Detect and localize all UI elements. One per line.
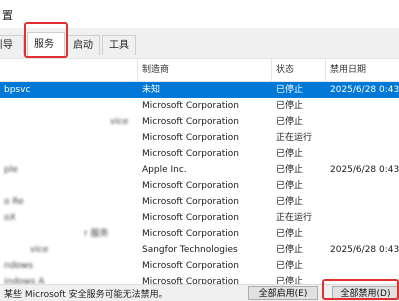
service-disabled-date — [330, 210, 399, 226]
service-name: vice — [30, 245, 49, 255]
service-status: 已停止 — [276, 101, 304, 111]
footer-bar: 某些 Microsoft 安全服务可能无法禁用。 全部启用(E) 全部禁用(D) — [0, 284, 399, 301]
service-status: 已停止 — [276, 117, 304, 127]
column-header-manufacturer[interactable]: 制造商 — [138, 59, 272, 81]
service-disabled-date — [330, 114, 399, 130]
service-manufacturer: Microsoft Corporation — [142, 181, 239, 191]
service-status: 已停止 — [276, 229, 304, 239]
service-name: bpsvc — [4, 85, 31, 95]
service-name — [0, 130, 137, 146]
table-row[interactable]: ndows Microsoft Corporation 已停止 — [0, 258, 399, 274]
tab-boot[interactable]: 引导 — [0, 35, 24, 55]
table-row[interactable]: Microsoft Corporation 已停止 — [0, 178, 399, 194]
service-name — [0, 98, 137, 114]
table-header: 制造商 状态 禁用日期 — [0, 59, 399, 82]
service-name: ndows — [4, 261, 33, 271]
table-row[interactable]: bpsvc 未知 已停止 2025/6/28 0:43 — [0, 82, 399, 98]
service-status: 已停止 — [276, 181, 304, 191]
service-manufacturer: Microsoft Corporation — [142, 213, 239, 223]
services-list: 制造商 状态 禁用日期 bpsvc 未知 已停止 2025/6/28 0:43 … — [0, 58, 399, 287]
table-row[interactable]: vice Microsoft Corporation 已停止 — [0, 114, 399, 130]
service-manufacturer: Microsoft Corporation — [142, 101, 239, 111]
service-disabled-date — [330, 226, 399, 242]
table-row[interactable]: ple Apple Inc. 已停止 2025/6/28 0:43 — [0, 162, 399, 178]
service-name — [0, 178, 137, 194]
table-row[interactable]: vice Sangfor Technologies 已停止 2025/6/28 … — [0, 242, 399, 258]
service-manufacturer: 未知 — [142, 85, 161, 95]
table-row[interactable]: Microsoft Corporation 正在运行 — [0, 130, 399, 146]
service-disabled-date — [330, 130, 399, 146]
service-status: 已停止 — [276, 261, 304, 271]
service-manufacturer: Microsoft Corporation — [142, 149, 239, 159]
service-name: ple — [4, 165, 18, 175]
table-row[interactable]: oX Microsoft Corporation 正在运行 — [0, 210, 399, 226]
service-name: r 服务 — [84, 229, 109, 239]
tab-tools[interactable]: 工具 — [102, 35, 136, 55]
column-header-name[interactable] — [0, 59, 138, 81]
service-disabled-date — [330, 178, 399, 194]
service-name: o Re — [4, 197, 24, 207]
tab-startup[interactable]: 启动 — [66, 35, 100, 55]
service-manufacturer: Microsoft Corporation — [142, 197, 239, 207]
window-title: 置 — [2, 9, 13, 22]
service-status: 已停止 — [276, 245, 304, 255]
service-disabled-date: 2025/6/28 0:43 — [330, 85, 399, 95]
table-row[interactable]: r 服务 Microsoft Corporation 已停止 — [0, 226, 399, 242]
service-manufacturer: Apple Inc. — [142, 165, 187, 175]
service-status: 正在运行 — [276, 213, 313, 223]
service-disabled-date: 2025/6/28 0:43 — [330, 165, 399, 175]
service-manufacturer: Sangfor Technologies — [142, 245, 238, 255]
table-row[interactable]: Microsoft Corporation 已停止 — [0, 146, 399, 162]
service-status: 已停止 — [276, 165, 304, 175]
service-disabled-date — [330, 194, 399, 210]
service-disabled-date: 2025/6/28 0:43 — [330, 245, 399, 255]
tab-bar: 引导 服务 启动 工具 — [0, 28, 399, 59]
service-status: 正在运行 — [276, 133, 313, 143]
title-bar: 置 — [0, 0, 399, 28]
service-manufacturer: Microsoft Corporation — [142, 117, 239, 127]
service-disabled-date — [330, 258, 399, 274]
service-manufacturer: Microsoft Corporation — [142, 229, 239, 239]
service-name: vice — [110, 117, 129, 127]
service-status: 已停止 — [276, 85, 304, 95]
service-status: 已停止 — [276, 149, 304, 159]
tab-services[interactable]: 服务 — [27, 32, 65, 58]
table-row[interactable]: Microsoft Corporation 已停止 — [0, 98, 399, 114]
service-disabled-date — [330, 98, 399, 114]
column-header-disabled-date[interactable]: 禁用日期 — [326, 59, 399, 81]
service-disabled-date — [330, 146, 399, 162]
service-name — [0, 146, 137, 162]
enable-all-button[interactable]: 全部启用(E) — [248, 286, 318, 300]
table-row[interactable]: o Re Microsoft Corporation 已停止 — [0, 194, 399, 210]
column-header-status[interactable]: 状态 — [272, 59, 326, 81]
service-manufacturer: Microsoft Corporation — [142, 261, 239, 271]
service-status: 已停止 — [276, 197, 304, 207]
service-name: oX — [4, 213, 16, 223]
security-hint-text: 某些 Microsoft 安全服务可能无法禁用。 — [4, 290, 168, 300]
service-manufacturer: Microsoft Corporation — [142, 133, 239, 143]
disable-all-button[interactable]: 全部禁用(D) — [332, 286, 399, 300]
